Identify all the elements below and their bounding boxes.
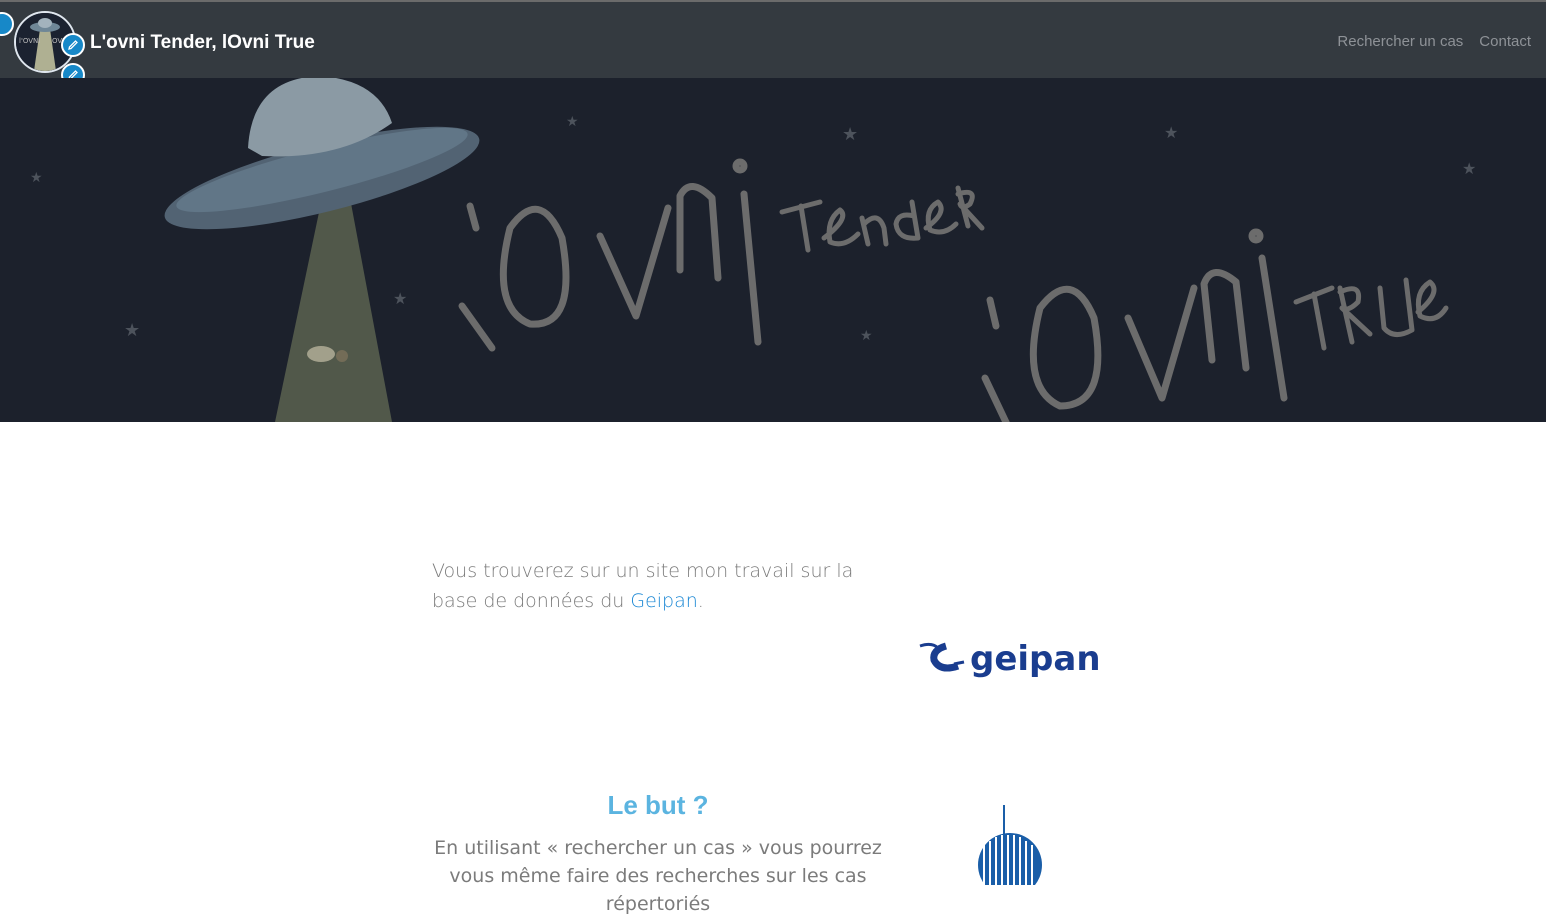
intro-text-end: . — [697, 590, 704, 612]
nav-link-rechercher[interactable]: Rechercher un cas — [1337, 33, 1463, 50]
globe-icon — [972, 805, 1052, 897]
banner-lettering — [458, 158, 1288, 422]
tractor-beam — [275, 198, 392, 422]
svg-text:★: ★ — [1164, 125, 1178, 142]
svg-text:★: ★ — [30, 169, 43, 185]
navbar: l'OVNI OVNI L'ovni Tender, lOvni True Re… — [0, 2, 1546, 87]
pencil-icon — [68, 40, 78, 50]
site-title[interactable]: L'ovni Tender, lOvni True — [90, 32, 315, 54]
hero-banner: ★ ★ ★ ★ ★ ★ ★ ★ — [0, 78, 1546, 422]
geipan-logo[interactable]: geipan — [918, 636, 1108, 691]
banner-lettering-small — [779, 185, 1449, 351]
svg-text:★: ★ — [566, 113, 579, 129]
svg-text:★: ★ — [393, 291, 407, 308]
main-nav: Rechercher un cas Contact — [1337, 33, 1531, 50]
purpose-title: Le but ? — [607, 790, 709, 820]
svg-text:★: ★ — [842, 124, 858, 144]
svg-text:★: ★ — [860, 327, 873, 343]
svg-text:l'OVNI: l'OVNI — [19, 37, 40, 45]
nav-link-contact[interactable]: Contact — [1479, 33, 1531, 50]
svg-text:★: ★ — [1462, 161, 1476, 178]
purpose-text: En utilisant « rechercher un cas » vous … — [434, 837, 882, 915]
edit-icon-partial[interactable] — [0, 12, 14, 36]
hero-illustration: ★ ★ ★ ★ ★ ★ ★ ★ — [30, 78, 1476, 422]
geipan-logo-text: geipan — [970, 639, 1101, 679]
geipan-logo-icon: geipan — [919, 639, 1101, 679]
intro-paragraph: Vous trouverez sur un site mon travail s… — [432, 556, 882, 616]
svg-text:★: ★ — [124, 320, 140, 340]
edit-title-button[interactable] — [61, 33, 85, 57]
geipan-link[interactable]: Geipan — [630, 590, 697, 612]
